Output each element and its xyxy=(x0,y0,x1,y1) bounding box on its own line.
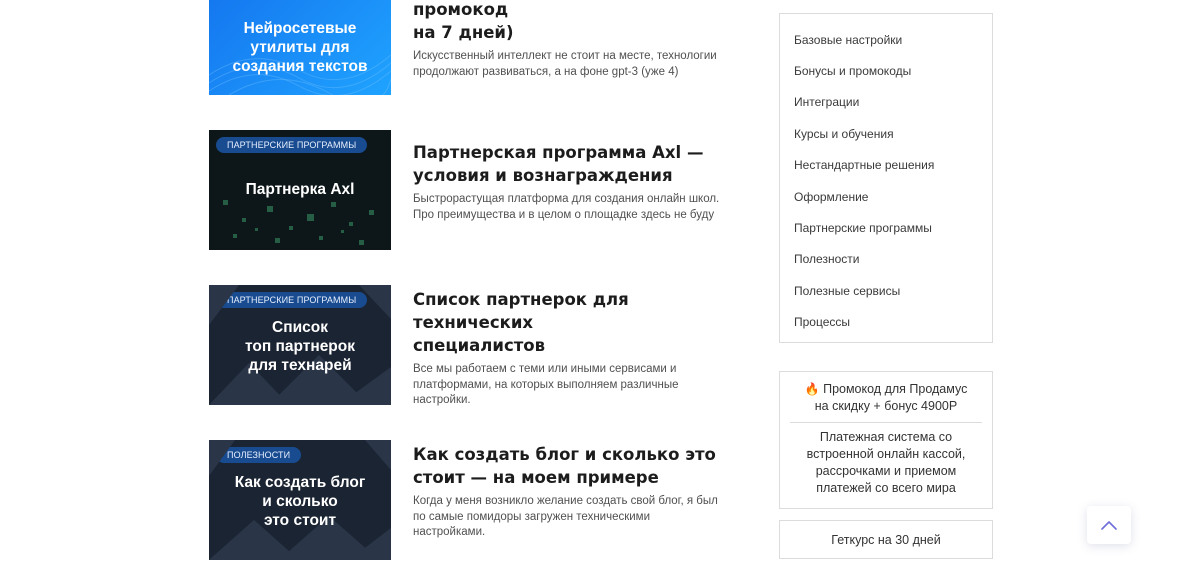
promo-description: Платежная система со встроенной онлайн к… xyxy=(806,430,966,495)
post-title[interactable]: Список партнерок для технических специал… xyxy=(413,288,739,357)
post-body: Список партнерок для технических специал… xyxy=(413,288,739,409)
category-list: Базовые настройки Бонусы и промокоды Инт… xyxy=(779,13,993,343)
chevron-up-icon xyxy=(1101,521,1117,530)
category-item[interactable]: Бонусы и промокоды xyxy=(794,55,978,86)
post-thumbnail[interactable]: ПАРТНЕРСКИЕ ПРОГРАММЫ Список топ партнер… xyxy=(209,285,391,405)
post-title[interactable]: Как создать блог и сколько это стоит — н… xyxy=(413,443,739,489)
category-item[interactable]: Курсы и обучения xyxy=(794,118,978,149)
thumbnail-title: Список топ партнерок для технарей xyxy=(244,319,356,374)
category-item[interactable]: Процессы xyxy=(794,307,978,338)
category-item[interactable]: Базовые настройки xyxy=(794,24,978,55)
post-card[interactable]: ПАРТНЕРСКИЕ ПРОГРАММЫ Партнерка Axl Парт… xyxy=(209,130,739,250)
post-card[interactable]: ПАРТНЕРСКИЕ ПРОГРАММЫ Список топ партнер… xyxy=(209,285,739,406)
post-card[interactable]: Нейросетевые утилиты для создания тексто… xyxy=(209,0,739,95)
thumbnail-title: Как создать блог и сколько это стоит xyxy=(234,474,366,529)
post-card[interactable]: ПОЛЕЗНОСТИ Как создать блог и сколько эт… xyxy=(209,440,739,560)
category-item[interactable]: Партнерские программы xyxy=(794,212,978,243)
post-title[interactable]: для генерации текстов (+ промокод на 7 д… xyxy=(413,0,739,44)
thumbnail-title: Нейросетевые утилиты для создания тексто… xyxy=(232,19,368,75)
post-excerpt: Все мы работаем с теми или иными сервиса… xyxy=(413,363,679,406)
post-excerpt: Быстрорастущая платформа для создания он… xyxy=(413,193,720,221)
post-thumbnail[interactable]: ПАРТНЕРСКИЕ ПРОГРАММЫ Партнерка Axl xyxy=(209,130,391,250)
post-body: Как создать блог и сколько это стоит — н… xyxy=(413,443,739,541)
category-item[interactable]: Интеграции xyxy=(794,87,978,118)
promo-widget[interactable]: 🔥 Промокод для Продамус на скидку + бону… xyxy=(779,371,993,509)
divider xyxy=(790,422,982,423)
fire-icon: 🔥 xyxy=(804,382,820,396)
post-excerpt: Искусственный интеллект не стоит на мест… xyxy=(413,50,717,78)
course-link[interactable]: Геткурс на 30 дней xyxy=(779,520,993,559)
category-item[interactable]: Полезности xyxy=(794,244,978,275)
promo-title[interactable]: 🔥 Промокод для Продамус на скидку + бону… xyxy=(790,381,982,415)
post-body: Партнерская программа Axl — условия и во… xyxy=(413,141,739,223)
post-thumbnail[interactable]: Нейросетевые утилиты для создания тексто… xyxy=(209,0,391,95)
category-item[interactable]: Нестандартные решения xyxy=(794,150,978,181)
post-body: для генерации текстов (+ промокод на 7 д… xyxy=(413,0,739,80)
post-excerpt: Когда у меня возникло желание создать св… xyxy=(413,495,718,538)
category-item[interactable]: Оформление xyxy=(794,181,978,212)
thumbnail-title: Партнерка Axl xyxy=(245,180,355,198)
post-title[interactable]: Партнерская программа Axl — условия и во… xyxy=(413,141,739,187)
promo-title-text: Промокод для Продамус на скидку + бонус … xyxy=(814,382,968,413)
scroll-to-top-button[interactable] xyxy=(1087,506,1131,544)
post-thumbnail[interactable]: ПОЛЕЗНОСТИ Как создать блог и сколько эт… xyxy=(209,440,391,560)
category-item[interactable]: Полезные сервисы xyxy=(794,275,978,306)
